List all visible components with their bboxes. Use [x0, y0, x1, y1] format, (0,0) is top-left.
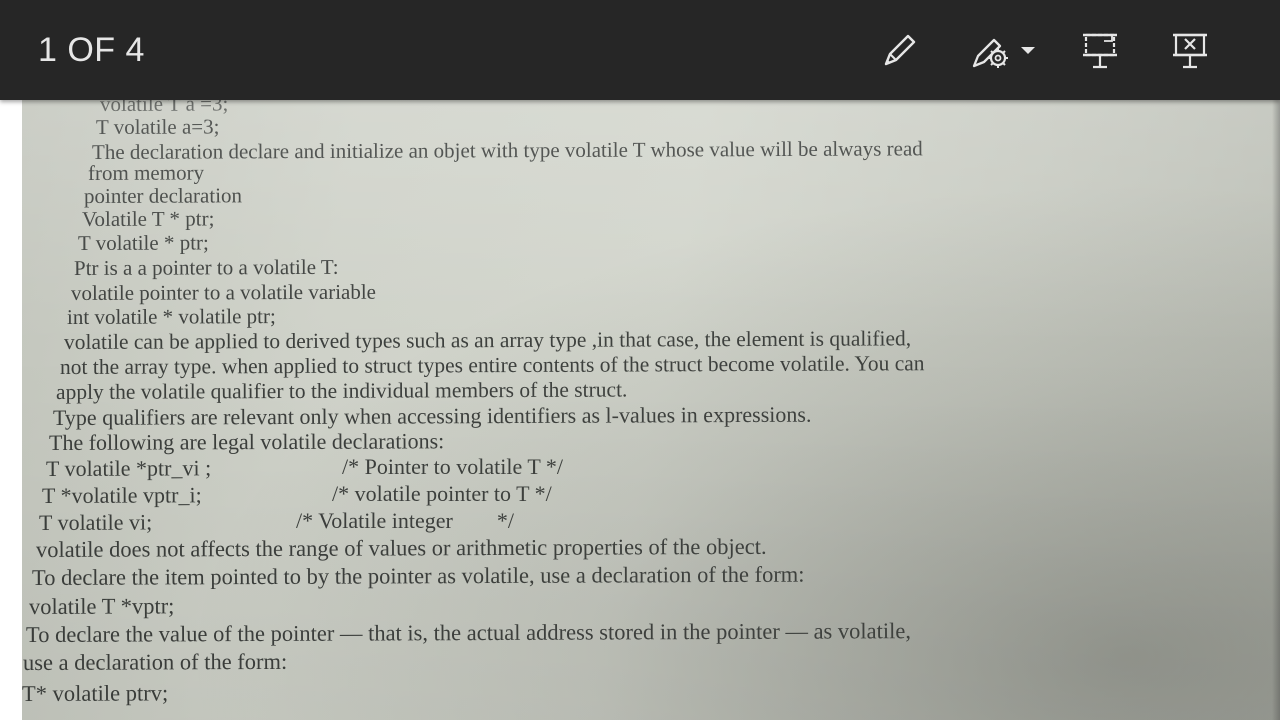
doc-line: The declaration declare and initialize a…: [91, 136, 923, 164]
doc-line: volatile does not affects the range of v…: [35, 533, 767, 562]
doc-line: pointer declaration: [83, 183, 243, 208]
chevron-down-icon: [1018, 43, 1038, 57]
doc-line: Type qualifiers are relevant only when a…: [52, 401, 812, 430]
close-presentation-icon: [1170, 29, 1210, 71]
doc-line: T volatile *ptr_vi ;: [45, 455, 212, 481]
pen-icon: [880, 30, 920, 70]
top-toolbar: 1 OF 4: [0, 0, 1280, 100]
code-comment: /* volatile pointer to T */: [332, 481, 552, 506]
doc-line: int volatile * volatile ptr;: [66, 304, 276, 329]
code-comment: /* Pointer to volatile T */: [342, 454, 564, 479]
doc-line: Ptr is a a pointer to a volatile T:: [73, 254, 339, 280]
doc-line: T* volatile ptrv;: [22, 680, 169, 706]
pen-settings-icon: [970, 28, 1018, 72]
doc-line: volatile T *vptr;: [28, 593, 175, 619]
doc-line: volatile can be applied to derived types…: [63, 326, 912, 354]
doc-line: T *volatile vptr_i;: [41, 482, 202, 508]
doc-line: volatile pointer to a volatile variable: [70, 279, 377, 305]
page-counter: 1 OF 4: [38, 31, 145, 69]
page-edge: [1272, 100, 1280, 720]
doc-line: Volatile T * ptr;: [81, 206, 215, 231]
page-photo: volatile T a =3; T volatile a=3; The dec…: [22, 100, 1280, 720]
doc-line: not the array type. when applied to stru…: [59, 351, 925, 379]
doc-line: T volatile * ptr;: [77, 230, 209, 255]
pen-tool-button[interactable]: [876, 26, 924, 74]
document-viewer: 1 OF 4 volatile T a =3; T volatile a=3; …: [0, 0, 1280, 720]
doc-line: apply the volatile qualifier to the indi…: [55, 377, 628, 404]
doc-line: To declare the value of the pointer — th…: [25, 618, 912, 647]
pen-settings-button[interactable]: [966, 26, 1042, 74]
doc-line: use a declaration of the form:: [22, 648, 288, 675]
doc-line: from memory: [87, 160, 205, 185]
doc-line: T volatile vi;: [38, 509, 153, 535]
presentation-button[interactable]: [1076, 26, 1124, 74]
presentation-icon: [1080, 29, 1120, 71]
code-comment: /* Volatile integer */: [296, 508, 514, 533]
close-presentation-button[interactable]: [1166, 26, 1214, 74]
doc-line: T volatile a=3;: [95, 114, 220, 139]
doc-line: To declare the item pointed to by the po…: [31, 561, 805, 590]
doc-line: The following are legal volatile declara…: [48, 428, 445, 455]
